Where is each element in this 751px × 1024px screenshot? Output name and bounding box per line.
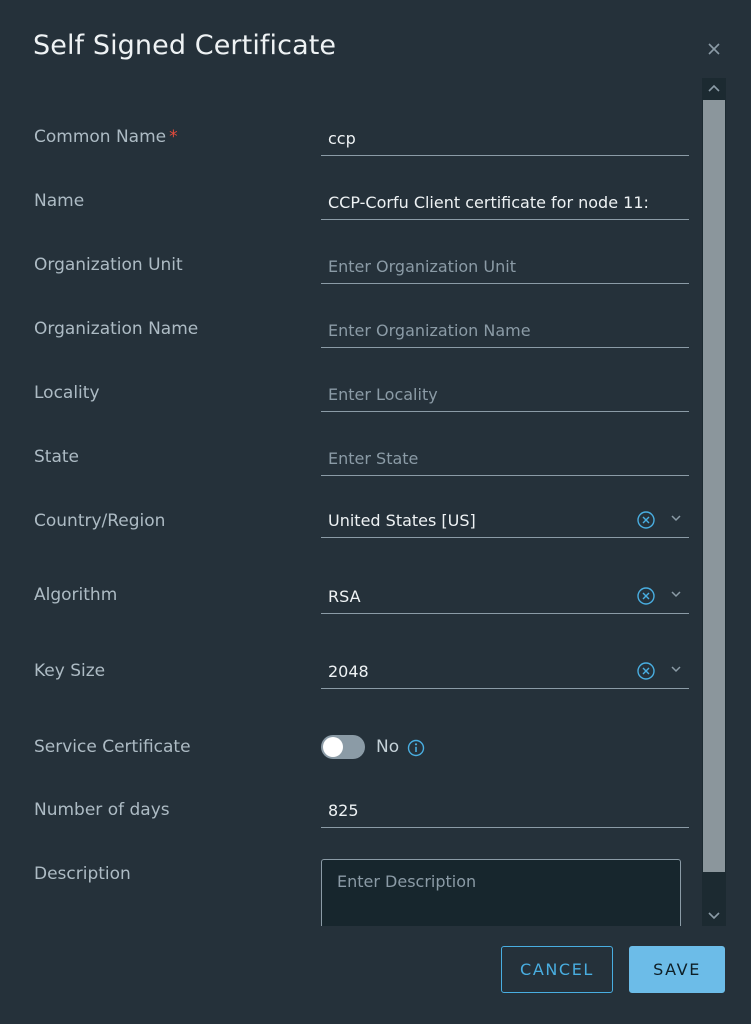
common-name-label: Common Name * — [34, 127, 178, 147]
key-size-label: Key Size — [34, 661, 106, 681]
state-input[interactable] — [328, 442, 683, 474]
country-region-label: Country/Region — [34, 511, 166, 531]
scroll-up-arrow-icon[interactable] — [702, 78, 726, 100]
name-label: Name — [34, 191, 85, 211]
organization-unit-field[interactable] — [321, 250, 689, 284]
key-size-select[interactable]: 2048 — [321, 655, 689, 689]
cancel-button[interactable]: CANCEL — [501, 946, 613, 993]
close-icon[interactable] — [703, 38, 725, 60]
description-label: Description — [34, 864, 131, 884]
chevron-down-icon[interactable] — [669, 586, 683, 600]
service-certificate-state: No — [376, 737, 400, 757]
common-name-input[interactable] — [328, 122, 683, 154]
locality-input[interactable] — [328, 378, 683, 410]
toggle-knob — [323, 737, 343, 757]
save-button[interactable]: SAVE — [629, 946, 725, 993]
country-region-select[interactable]: United States [US] — [321, 504, 689, 538]
organization-unit-input[interactable] — [328, 250, 683, 282]
number-of-days-label: Number of days — [34, 800, 170, 820]
form-scroll-area: Common Name* Name Organization Unit Orga… — [0, 78, 700, 926]
common-name-field[interactable] — [321, 122, 689, 156]
service-certificate-label: Service Certificate — [34, 737, 191, 757]
algorithm-value: RSA — [328, 587, 361, 606]
service-certificate-toggle[interactable] — [321, 735, 365, 759]
key-size-value: 2048 — [328, 662, 369, 681]
organization-name-label: Organization Name — [34, 319, 199, 339]
chevron-down-icon[interactable] — [669, 661, 683, 675]
algorithm-label: Algorithm — [34, 585, 118, 605]
organization-unit-label: Organization Unit — [34, 255, 183, 275]
name-field[interactable] — [321, 186, 689, 220]
number-of-days-field[interactable] — [321, 794, 689, 828]
clear-circle-icon[interactable] — [636, 586, 656, 606]
scroll-thumb[interactable] — [703, 100, 725, 872]
locality-field[interactable] — [321, 378, 689, 412]
number-of-days-input[interactable] — [328, 794, 683, 826]
description-textarea[interactable] — [321, 859, 681, 926]
common-name-label-text: Common Name — [34, 127, 167, 147]
state-field[interactable] — [321, 442, 689, 476]
self-signed-certificate-dialog: Self Signed Certificate Common Name* Nam… — [0, 0, 751, 1024]
organization-name-field[interactable] — [321, 314, 689, 348]
info-icon[interactable] — [407, 739, 425, 757]
name-input[interactable] — [328, 186, 683, 218]
algorithm-select[interactable]: RSA — [321, 580, 689, 614]
form-scrollbar[interactable] — [702, 78, 726, 926]
chevron-down-icon[interactable] — [669, 510, 683, 524]
organization-name-input[interactable] — [328, 314, 683, 346]
clear-circle-icon[interactable] — [636, 661, 656, 681]
country-region-value: United States [US] — [328, 511, 476, 530]
required-marker: * — [169, 127, 178, 147]
scroll-down-arrow-icon[interactable] — [702, 904, 726, 926]
locality-label: Locality — [34, 383, 100, 403]
state-label: State — [34, 447, 79, 467]
clear-circle-icon[interactable] — [636, 510, 656, 530]
dialog-title: Self Signed Certificate — [33, 30, 337, 61]
